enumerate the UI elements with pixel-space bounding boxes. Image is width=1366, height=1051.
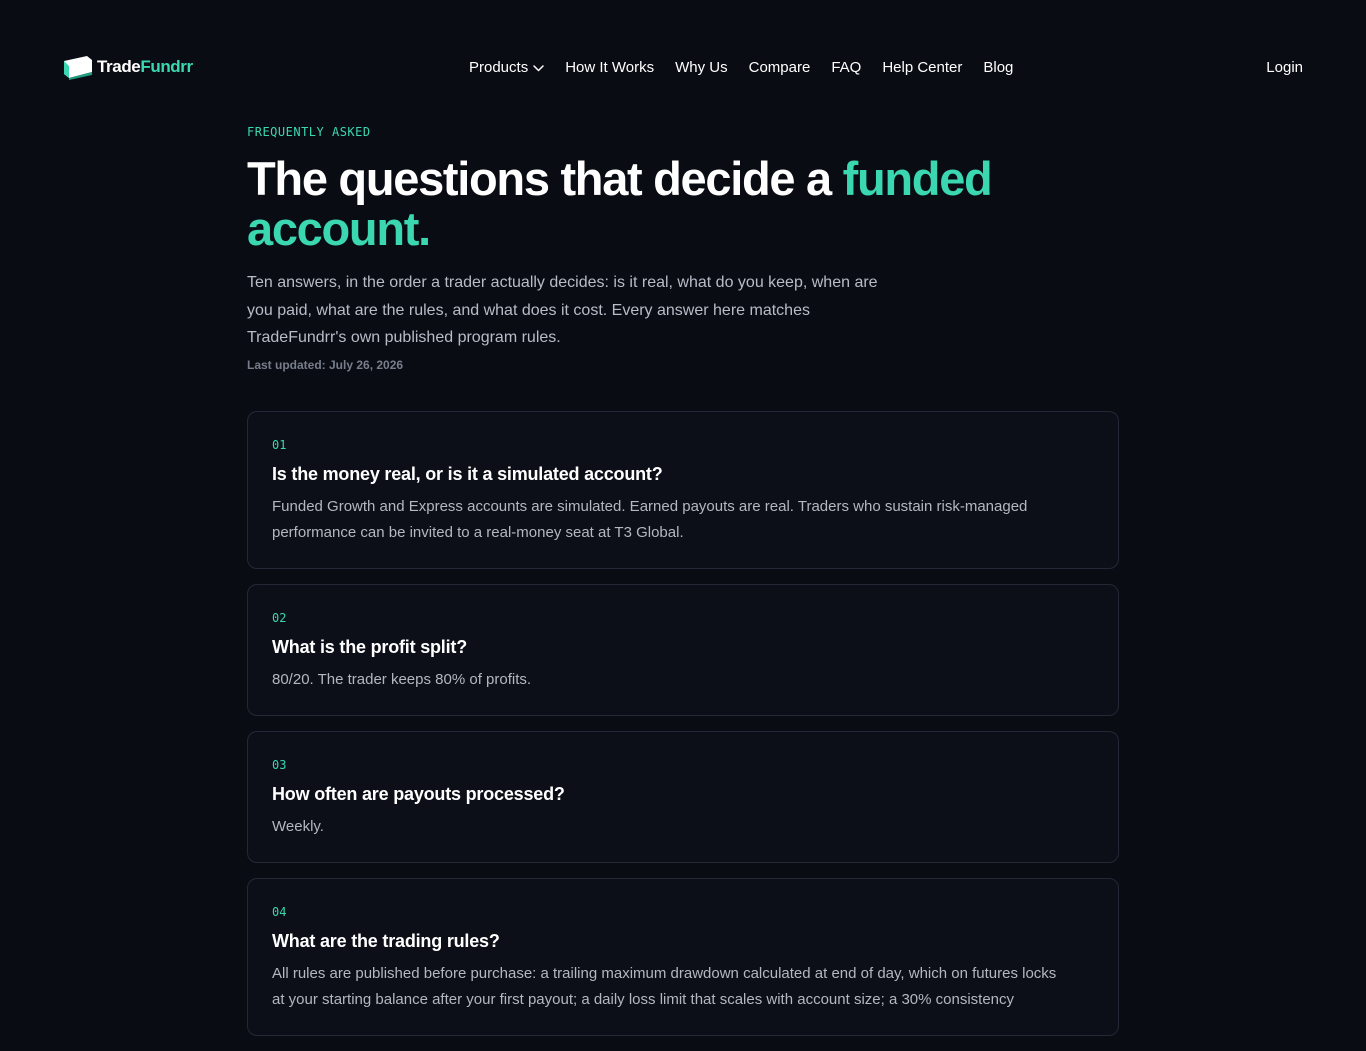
faq-question: Is the money real, or is it a simulated … xyxy=(272,464,663,484)
faq-item[interactable]: 03 How often are payouts processed? Week… xyxy=(247,731,1119,863)
faq-list: 01 Is the money real, or is it a simulat… xyxy=(247,411,1119,1051)
faq-answer: Funded Growth and Express accounts are s… xyxy=(272,498,1028,541)
brand-name-part2: Fundrr xyxy=(140,57,193,76)
nav-item-compare[interactable]: Compare xyxy=(749,59,811,76)
faq-number: 02 xyxy=(272,611,287,625)
nav-item-how-it-works[interactable]: How It Works xyxy=(565,59,654,76)
faq-answer: Weekly. xyxy=(272,818,324,835)
faq-number: 01 xyxy=(272,438,287,452)
page-title: The questions that decide a funded accou… xyxy=(247,154,1119,254)
nav-item-products-label: Products xyxy=(469,58,529,76)
nav-item-why-us[interactable]: Why Us xyxy=(675,59,728,76)
nav-links: Products How It Works Why Us Compare FAQ… xyxy=(469,33,1013,101)
faq-question: How often are payouts processed? xyxy=(272,784,565,804)
faq-question: What are the trading rules? xyxy=(272,931,500,951)
faq-question: What is the profit split? xyxy=(272,637,467,657)
faq-item[interactable]: 01 Is the money real, or is it a simulat… xyxy=(247,411,1119,569)
nav-item-faq[interactable]: FAQ xyxy=(831,59,861,76)
login-link[interactable]: Login xyxy=(1266,33,1303,101)
last-updated: Last updated: July 26, 2026 xyxy=(247,357,404,372)
faq-answer: 80/20. The trader keeps 80% of profits. xyxy=(272,671,532,688)
intro-paragraph: Ten answers, in the order a trader actua… xyxy=(247,274,878,346)
eyebrow-label: FREQUENTLY ASKED xyxy=(247,125,371,139)
brand-name-part1: Trade xyxy=(97,57,141,76)
faq-hero: FREQUENTLY ASKED The questions that deci… xyxy=(247,124,1119,372)
nav-item-blog[interactable]: Blog xyxy=(983,59,1013,76)
page-title-main: The questions that decide a xyxy=(247,152,843,205)
faq-item[interactable]: 02 What is the profit split? 80/20. The … xyxy=(247,584,1119,716)
brand-logo-link[interactable]: TradeFundrr xyxy=(63,54,193,80)
tradefundrr-logo-icon xyxy=(64,56,92,80)
top-navigation: TradeFundrr Products How It Works Why Us… xyxy=(63,33,1303,101)
faq-number: 03 xyxy=(272,758,287,772)
faq-item[interactable]: 04 What are the trading rules? All rules… xyxy=(247,878,1119,1036)
faq-answer: All rules are published before purchase:… xyxy=(272,965,1057,1008)
nav-item-products[interactable]: Products xyxy=(469,59,544,76)
chevron-down-icon xyxy=(533,59,544,76)
nav-item-help-center[interactable]: Help Center xyxy=(882,59,962,76)
brand-name: TradeFundrr xyxy=(97,57,193,77)
faq-number: 04 xyxy=(272,905,287,919)
